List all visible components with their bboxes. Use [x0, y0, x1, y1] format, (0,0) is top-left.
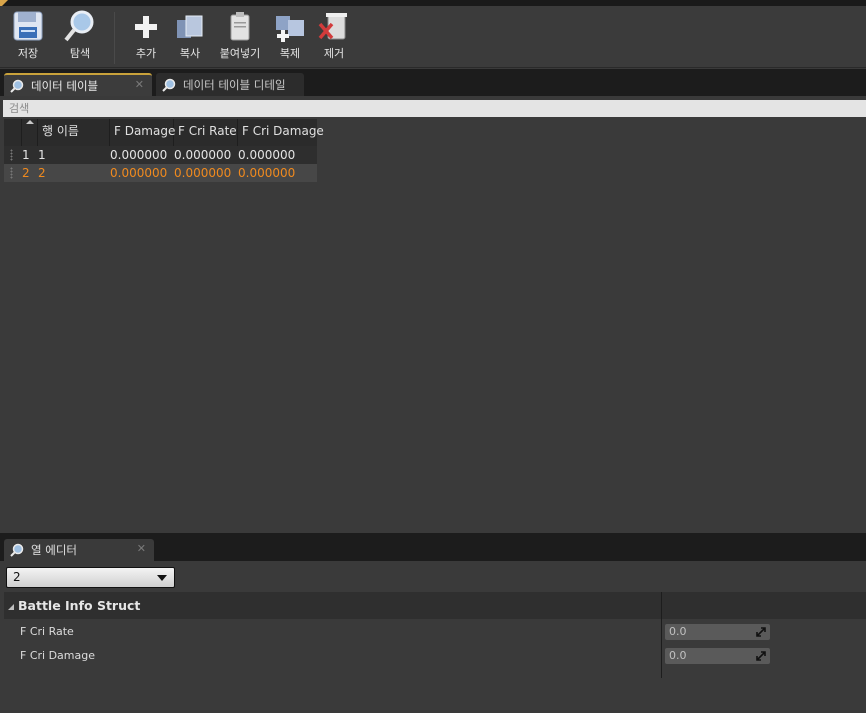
struct-name: Battle Info Struct [18, 598, 141, 613]
tab-label: 데이터 테이블 [31, 78, 99, 93]
document-tab-bar: 데이터 테이블 ✕ 데이터 테이블 디테일 [0, 69, 866, 96]
tab-data-table-details[interactable]: 데이터 테이블 디테일 [156, 73, 304, 96]
header-grip [4, 119, 22, 146]
property-label-f-cri-rate: F Cri Rate [20, 625, 74, 638]
chevron-down-icon [157, 575, 167, 581]
browse-label: 탐색 [69, 47, 91, 60]
row-select-value: 2 [13, 570, 21, 584]
add-button[interactable]: 추가 [128, 10, 164, 61]
f-cri-damage-input[interactable]: 0.0 [665, 648, 770, 664]
property-label-f-cri-damage: F Cri Damage [20, 649, 95, 662]
paste-button[interactable]: 붙여넣기 [216, 10, 264, 61]
tab-label: 열 에디터 [31, 543, 77, 557]
magnifier-icon [10, 543, 24, 557]
column-splitter[interactable] [661, 592, 662, 678]
duplicate-button[interactable]: 복제 [272, 10, 308, 61]
cell-f-damage: 0.000000 [110, 148, 168, 162]
trash-icon [318, 13, 347, 40]
save-label: 저장 [17, 47, 39, 60]
magnifier-icon [162, 78, 176, 92]
header-row-name[interactable]: 행 이름 [38, 119, 110, 146]
tab-data-table[interactable]: 데이터 테이블 ✕ [4, 73, 152, 96]
row-name: 2 [38, 166, 46, 180]
browse-button[interactable]: 탐색 [60, 10, 100, 61]
row-index: 1 [22, 148, 30, 162]
duplicate-label: 복제 [279, 47, 301, 60]
header-f-damage[interactable]: F Damage [110, 119, 175, 146]
save-icon [13, 11, 43, 41]
header-f-cri-rate[interactable]: F Cri Rate [174, 119, 238, 146]
cell-f-cri-damage: 0.000000 [238, 166, 296, 180]
search-input[interactable]: 검색 [3, 100, 866, 117]
magnifier-icon [64, 10, 94, 42]
table-row[interactable]: 1 1 0.000000 0.000000 0.000000 [4, 146, 317, 164]
cell-f-cri-rate: 0.000000 [174, 148, 232, 162]
tab-label: 데이터 테이블 디테일 [183, 77, 286, 92]
drag-handle-icon[interactable] [4, 146, 18, 164]
f-cri-rate-input[interactable]: 0.0 [665, 624, 770, 640]
drag-handle-icon[interactable] [4, 164, 18, 182]
remove-label: 제거 [323, 47, 345, 60]
spin-drag-icon [756, 627, 766, 637]
save-button[interactable]: 저장 [8, 10, 48, 61]
row-select-dropdown[interactable]: 2 [6, 567, 175, 588]
copy-label: 복사 [179, 47, 201, 60]
tab-row-editor[interactable]: 열 에디터 ✕ [4, 539, 154, 561]
collapse-arrow-icon[interactable] [8, 604, 14, 610]
row-editor-tab-bar: 열 에디터 ✕ [0, 533, 866, 561]
plus-icon [135, 16, 157, 38]
data-table: 행 이름 F Damage F Cri Rate F Cri Damage 1 … [4, 119, 324, 182]
remove-button[interactable]: 제거 [316, 10, 352, 61]
row-index: 2 [22, 166, 30, 180]
cell-f-cri-rate: 0.000000 [174, 166, 232, 180]
table-header: 행 이름 F Damage F Cri Rate F Cri Damage [4, 119, 324, 146]
close-icon[interactable]: ✕ [135, 78, 144, 91]
f-cri-rate-value: 0.0 [669, 625, 687, 638]
magnifier-icon [10, 79, 24, 93]
sort-arrow-icon[interactable] [26, 120, 34, 124]
toolbar-separator [114, 12, 115, 64]
duplicate-icon [276, 16, 304, 42]
cell-f-cri-damage: 0.000000 [238, 148, 296, 162]
table-row-selected[interactable]: 2 2 0.000000 0.000000 0.000000 [4, 164, 317, 182]
toolbar: 저장 탐색 추가 복사 붙여넣기 복제 제거 [0, 6, 866, 68]
struct-category-header[interactable]: Battle Info Struct [4, 592, 866, 619]
header-f-cri-damage[interactable]: F Cri Damage [238, 119, 324, 146]
clipboard-icon [230, 12, 250, 41]
f-cri-damage-value: 0.0 [669, 649, 687, 662]
cell-f-damage: 0.000000 [110, 166, 168, 180]
paste-label: 붙여넣기 [219, 47, 261, 60]
copy-button[interactable]: 복사 [172, 10, 208, 61]
spin-drag-icon [756, 651, 766, 661]
close-icon[interactable]: ✕ [137, 542, 146, 555]
row-name: 1 [38, 148, 46, 162]
copy-icon [177, 15, 203, 38]
add-label: 추가 [135, 47, 157, 60]
